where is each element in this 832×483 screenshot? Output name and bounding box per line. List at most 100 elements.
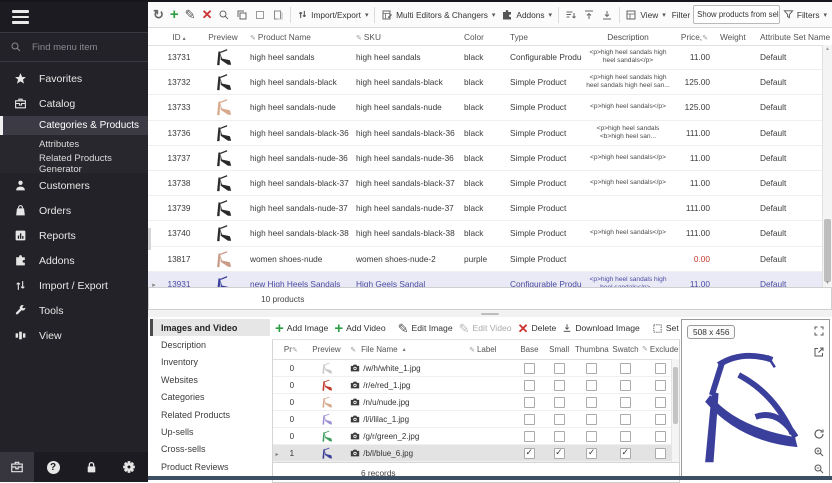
column-header-sku[interactable]: ✎SKU bbox=[354, 32, 458, 42]
download-image-button[interactable]: Download Image bbox=[559, 317, 643, 339]
exclude-checkbox[interactable] bbox=[655, 363, 666, 374]
refresh-button[interactable]: ↻ bbox=[150, 4, 167, 26]
small-checkbox[interactable] bbox=[554, 380, 565, 391]
exclude-checkbox[interactable] bbox=[655, 414, 666, 425]
thumbnail-checkbox[interactable] bbox=[586, 397, 597, 408]
tab-item[interactable]: Cross-sells bbox=[150, 441, 270, 458]
sidebar-item-view[interactable]: View bbox=[0, 323, 148, 348]
column-header-preview[interactable]: Preview bbox=[303, 345, 351, 354]
small-checkbox[interactable] bbox=[554, 431, 565, 442]
scrollbar-thumb[interactable] bbox=[673, 367, 678, 424]
sidebar-item-reports[interactable]: Reports bbox=[0, 223, 148, 248]
column-header-price[interactable]: Price,✎ bbox=[674, 32, 718, 42]
exclude-checkbox[interactable] bbox=[655, 397, 666, 408]
add-product-button[interactable]: + bbox=[167, 4, 182, 26]
add-image-button[interactable]: +Add Image bbox=[272, 317, 331, 339]
open-external-button[interactable] bbox=[813, 346, 825, 358]
small-checkbox[interactable] bbox=[554, 448, 565, 459]
sidebar-item-favorites[interactable]: Favorites bbox=[0, 66, 148, 91]
column-header-description[interactable]: Description bbox=[582, 33, 674, 41]
sidebar-item-attributes[interactable]: Attributes bbox=[0, 135, 148, 154]
thumbnail-checkbox[interactable] bbox=[586, 431, 597, 442]
tab-item[interactable]: Inventory bbox=[150, 354, 270, 371]
table-row[interactable]: 13732 high heel sandals-black high heel … bbox=[148, 70, 823, 95]
base-checkbox[interactable] bbox=[524, 397, 535, 408]
table-row[interactable]: 13740 high heel sandals-black-38 high he… bbox=[148, 221, 823, 246]
tab-item[interactable]: Images and Video bbox=[150, 319, 270, 336]
fullscreen-button[interactable] bbox=[813, 325, 825, 337]
swatch-checkbox[interactable] bbox=[620, 414, 631, 425]
search-button[interactable] bbox=[215, 4, 233, 26]
base-checkbox[interactable] bbox=[524, 431, 535, 442]
image-row[interactable]: 1 /b/l/blue_6.jpg bbox=[273, 445, 679, 462]
settings-button[interactable] bbox=[112, 452, 146, 482]
thumbnail-checkbox[interactable] bbox=[586, 363, 597, 374]
paste-button[interactable] bbox=[269, 4, 287, 26]
image-row[interactable]: 0 /w/h/white_1.jpg bbox=[273, 360, 679, 377]
base-checkbox[interactable] bbox=[524, 448, 535, 459]
column-header-thumbnail[interactable]: Thumbna bbox=[574, 345, 610, 354]
addons-button[interactable]: Addons▾ bbox=[498, 4, 555, 26]
import-export-button[interactable]: Import/Export▾ bbox=[294, 4, 371, 26]
exclude-checkbox[interactable] bbox=[655, 380, 666, 391]
thumbnail-checkbox[interactable] bbox=[586, 380, 597, 391]
add-video-button[interactable]: +Add Video bbox=[331, 317, 388, 339]
base-checkbox[interactable] bbox=[524, 380, 535, 391]
lock-button[interactable] bbox=[74, 452, 108, 482]
image-row[interactable]: 0 /n/u/nude.jpg bbox=[273, 394, 679, 411]
table-row[interactable]: 13739 high heel sandals-nude-37 high hee… bbox=[148, 196, 823, 221]
multi-editors-button[interactable]: Multi Editors & Changers▾ bbox=[378, 4, 498, 26]
panel-splitter-handle[interactable] bbox=[148, 228, 151, 250]
sidebar-item-catalog[interactable]: Catalog bbox=[0, 91, 148, 116]
table-row[interactable]: 13731 high heel sandals high heel sandal… bbox=[148, 45, 823, 70]
tab-item[interactable]: Related Products bbox=[150, 406, 270, 423]
column-header-color[interactable]: Color bbox=[458, 32, 508, 42]
column-header-label[interactable]: ✎Label bbox=[469, 345, 515, 354]
sidebar-item-customers[interactable]: Customers bbox=[0, 173, 148, 198]
exclude-checkbox[interactable] bbox=[655, 448, 666, 459]
column-header-position[interactable]: Pr✎ bbox=[281, 345, 303, 354]
column-header-small[interactable]: Small bbox=[544, 345, 574, 354]
base-checkbox[interactable] bbox=[524, 414, 535, 425]
filters-button[interactable]: Filters▾ bbox=[780, 4, 830, 26]
sort-button[interactable] bbox=[562, 4, 580, 26]
tab-item[interactable]: Product Reviews bbox=[150, 458, 270, 475]
column-header-base[interactable]: Base bbox=[515, 345, 545, 354]
expand-all-button[interactable] bbox=[580, 4, 598, 26]
sidebar-item-tools[interactable]: Tools bbox=[0, 298, 148, 323]
table-row[interactable]: 13738 high heel sandals-black-37 high he… bbox=[148, 171, 823, 196]
column-header-swatch[interactable]: Swatch bbox=[610, 345, 642, 354]
sidebar-search-input[interactable] bbox=[30, 41, 134, 54]
small-checkbox[interactable] bbox=[554, 414, 565, 425]
images-grid-scrollbar[interactable] bbox=[671, 359, 679, 462]
swatch-checkbox[interactable] bbox=[620, 363, 631, 374]
image-row[interactable]: 0 /g/r/green_2.jpg bbox=[273, 428, 679, 445]
zoom-out-button[interactable] bbox=[813, 463, 825, 475]
swatch-checkbox[interactable] bbox=[620, 380, 631, 391]
column-header-product-name[interactable]: ✎Product Name bbox=[248, 32, 354, 42]
column-header-exclude[interactable]: ✎Exclude bbox=[641, 345, 679, 354]
zoom-in-button[interactable] bbox=[813, 446, 825, 458]
sidebar-search[interactable] bbox=[0, 32, 148, 62]
tab-item[interactable]: Description bbox=[150, 336, 270, 353]
image-row[interactable]: 0 /l/i/lilac_1.jpg bbox=[273, 411, 679, 428]
swatch-checkbox[interactable] bbox=[620, 431, 631, 442]
delete-product-button[interactable]: ✕ bbox=[199, 4, 216, 26]
column-header-id[interactable]: ID▴ bbox=[160, 32, 198, 42]
image-row[interactable]: 0 /r/e/red_1.jpg bbox=[273, 377, 679, 394]
horizontal-splitter[interactable] bbox=[148, 310, 832, 317]
column-header-preview[interactable]: Preview bbox=[198, 32, 248, 42]
table-row[interactable]: 13733 high heel sandals-nude high heel s… bbox=[148, 95, 823, 120]
refresh-image-button[interactable] bbox=[813, 428, 825, 440]
table-row[interactable]: 13736 high heel sandals-black-36 high he… bbox=[148, 121, 823, 146]
sidebar-item-addons[interactable]: Addons bbox=[0, 248, 148, 273]
checkbox-mode-button[interactable] bbox=[251, 4, 269, 26]
sidebar-item-related-products-generator[interactable]: Related Products Generator bbox=[0, 154, 148, 173]
sidebar-item-import-export[interactable]: Import / Export bbox=[0, 273, 148, 298]
thumbnail-checkbox[interactable] bbox=[586, 448, 597, 459]
swatch-checkbox[interactable] bbox=[620, 397, 631, 408]
small-checkbox[interactable] bbox=[554, 363, 565, 374]
help-button[interactable]: ? bbox=[36, 452, 70, 482]
column-header-file-name[interactable]: ✎File Name▴ bbox=[350, 345, 469, 354]
tab-item[interactable]: Up-sells bbox=[150, 423, 270, 440]
